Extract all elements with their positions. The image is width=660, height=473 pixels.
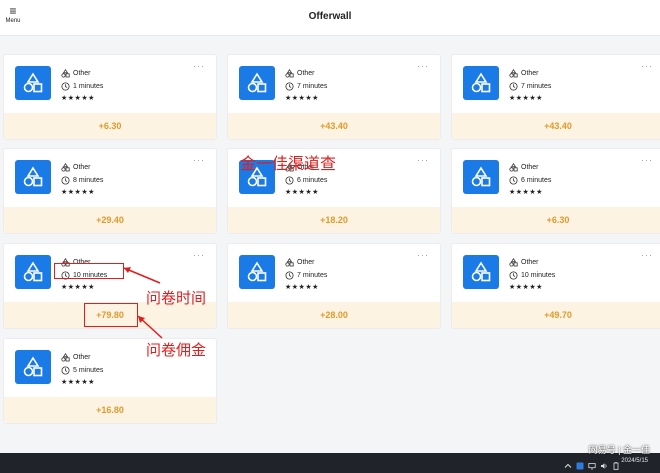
offer-reward: +43.40 — [228, 113, 440, 139]
more-options-icon[interactable]: ··· — [417, 61, 429, 71]
offer-category: Other — [297, 259, 315, 266]
offer-duration: 7 minutes — [297, 83, 328, 90]
more-options-icon[interactable]: ··· — [641, 250, 653, 260]
offer-reward: +28.00 — [228, 302, 440, 328]
category-icon — [61, 69, 70, 78]
shapes-icon — [463, 160, 499, 194]
more-options-icon[interactable]: ··· — [193, 250, 205, 260]
clock-icon — [61, 82, 70, 91]
more-options-icon[interactable]: ··· — [417, 250, 429, 260]
clock-icon — [61, 176, 70, 185]
taskbar-date: 2024/5/15 — [621, 458, 648, 464]
offer-category: Other — [521, 259, 539, 266]
offer-category: Other — [73, 164, 91, 171]
reward-highlight-box — [84, 303, 138, 327]
offer-category: Other — [297, 70, 315, 77]
clock-icon — [285, 271, 294, 280]
duration-highlight-box — [54, 263, 124, 279]
more-options-icon[interactable]: ··· — [641, 61, 653, 71]
offer-duration: 6 minutes — [521, 177, 552, 184]
system-tray — [564, 457, 620, 470]
star-rating: ★★★★★ — [509, 189, 543, 196]
clock-icon — [285, 176, 294, 185]
star-rating: ★★★★★ — [285, 95, 319, 102]
clock-icon — [509, 82, 518, 91]
more-options-icon[interactable]: ··· — [641, 155, 653, 165]
star-rating: ★★★★★ — [61, 95, 95, 102]
category-icon — [509, 69, 518, 78]
offer-duration: 10 minutes — [521, 272, 556, 279]
commission-annotation: 问卷佣金 — [146, 341, 207, 359]
offer-card[interactable]: Other 10 minutes ★★★★★ ··· +49.70 — [451, 243, 660, 329]
offer-category: Other — [73, 70, 91, 77]
offer-card[interactable]: Other 6 minutes ★★★★★ ··· +6.30 — [451, 148, 660, 234]
shapes-icon — [239, 255, 275, 289]
page-title: Offerwall — [308, 11, 352, 22]
offer-category: Other — [521, 164, 539, 171]
shapes-icon — [15, 66, 51, 100]
taskbar-clock[interactable]: 网易号 | 金一佳 2024/5/15 — [589, 446, 650, 465]
offer-duration: 6 minutes — [297, 177, 328, 184]
clock-icon — [285, 82, 294, 91]
shapes-icon — [15, 160, 51, 194]
offer-reward: +16.80 — [4, 397, 216, 423]
clock-icon — [61, 366, 70, 375]
offer-category: Other — [521, 70, 539, 77]
category-icon — [509, 258, 518, 267]
network-icon[interactable] — [588, 457, 596, 470]
offer-duration: 7 minutes — [297, 272, 328, 279]
time-annotation: 问卷时间 — [146, 289, 207, 307]
offer-duration: 5 minutes — [73, 367, 104, 374]
category-icon — [61, 163, 70, 172]
star-rating: ★★★★★ — [61, 379, 95, 386]
category-icon — [285, 258, 294, 267]
battery-icon[interactable] — [612, 457, 620, 470]
top-bar: ≡ Menu Offerwall — [0, 0, 660, 36]
category-icon — [61, 353, 70, 362]
offer-grid: Other 1 minutes ★★★★★ ··· +6.30 Other 7 … — [0, 36, 660, 453]
offer-reward: +6.30 — [4, 113, 216, 139]
shapes-icon — [239, 66, 275, 100]
shapes-icon — [463, 66, 499, 100]
star-rating: ★★★★★ — [509, 284, 543, 291]
offer-reward: +18.20 — [228, 207, 440, 233]
offer-card[interactable]: Other 7 minutes ★★★★★ ··· +43.40 — [227, 54, 441, 140]
star-rating: ★★★★★ — [285, 284, 319, 291]
volume-icon[interactable] — [600, 457, 608, 469]
watermark-annotation: 金一佳渠道查 — [240, 154, 337, 173]
shapes-icon — [463, 255, 499, 289]
category-icon — [285, 69, 294, 78]
chevron-up-icon[interactable] — [564, 457, 572, 468]
offer-reward: +6.30 — [452, 207, 660, 233]
offer-reward: +29.40 — [4, 207, 216, 233]
offer-duration: 7 minutes — [521, 83, 552, 90]
category-icon — [509, 163, 518, 172]
shapes-icon — [15, 350, 51, 384]
offer-reward: +43.40 — [452, 113, 660, 139]
offer-card[interactable]: Other 7 minutes ★★★★★ ··· +28.00 — [227, 243, 441, 329]
offer-reward: +49.70 — [452, 302, 660, 328]
offer-card[interactable]: Other 1 minutes ★★★★★ ··· +6.30 — [3, 54, 217, 140]
star-rating: ★★★★★ — [509, 95, 543, 102]
offer-category: Other — [73, 354, 91, 361]
offer-card[interactable]: Other 8 minutes ★★★★★ ··· +29.40 — [3, 148, 217, 234]
offer-card[interactable]: Other 7 minutes ★★★★★ ··· +43.40 — [451, 54, 660, 140]
offer-duration: 8 minutes — [73, 177, 104, 184]
star-rating: ★★★★★ — [61, 189, 95, 196]
clock-icon — [509, 176, 518, 185]
star-rating: ★★★★★ — [285, 189, 319, 196]
app-tray-icon[interactable] — [576, 457, 584, 470]
shapes-icon — [15, 255, 51, 289]
brand-overlay: 网易号 | 金一佳 — [588, 445, 650, 455]
more-options-icon[interactable]: ··· — [417, 155, 429, 165]
offer-duration: 1 minutes — [73, 83, 104, 90]
more-options-icon[interactable]: ··· — [193, 61, 205, 71]
taskbar: 网易号 | 金一佳 2024/5/15 — [0, 446, 660, 473]
star-rating: ★★★★★ — [61, 284, 95, 291]
clock-icon — [509, 271, 518, 280]
more-options-icon[interactable]: ··· — [193, 155, 205, 165]
